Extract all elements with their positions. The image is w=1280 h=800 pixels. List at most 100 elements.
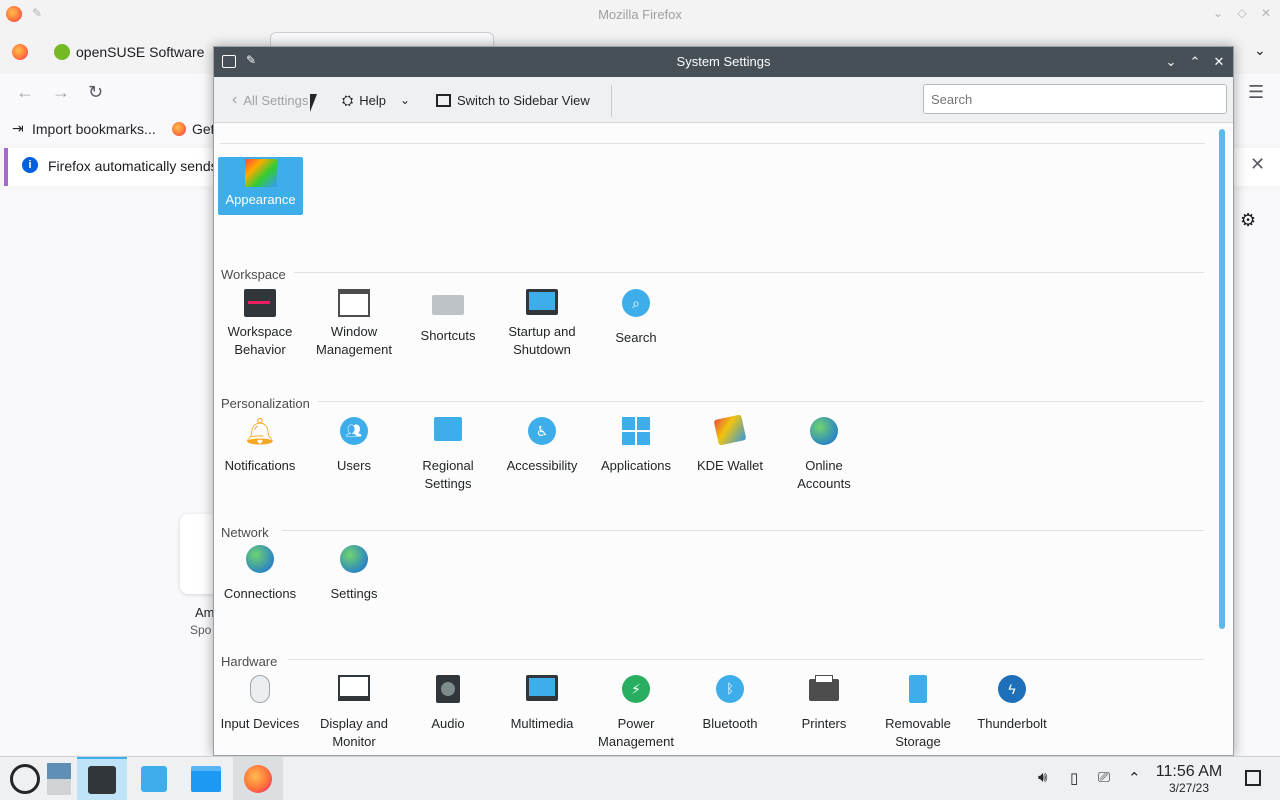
tile-multimedia[interactable]: Multimedia xyxy=(496,675,588,733)
section-workspace: Workspace xyxy=(221,267,286,282)
tile-label: Shortcuts xyxy=(420,328,476,343)
close-icon[interactable]: ✕ xyxy=(1258,6,1274,22)
tile-label: Appearance xyxy=(225,192,296,207)
tile-startup-shutdown[interactable]: Startup and Shutdown xyxy=(496,289,588,359)
tile-window-management[interactable]: Window Management xyxy=(308,289,400,359)
volume-icon[interactable]: 🔊︎ xyxy=(1038,769,1047,786)
divider xyxy=(294,272,1204,273)
task-system-settings[interactable] xyxy=(77,757,127,800)
tile-removable-storage[interactable]: Removable Storage xyxy=(872,675,964,751)
scrollbar[interactable] xyxy=(1219,129,1225,629)
bluetooth-icon: ᛒ xyxy=(716,675,744,703)
section-personalization: Personalization xyxy=(221,396,310,411)
close-icon[interactable]: ✕ xyxy=(1210,53,1228,71)
system-settings-icon xyxy=(88,766,116,794)
tile-label: KDE Wallet xyxy=(697,458,763,473)
list-all-tabs-icon[interactable]: ⌄ xyxy=(1254,42,1266,59)
forward-icon[interactable]: → xyxy=(52,82,70,103)
tab-opensuse[interactable]: openSUSE Software xyxy=(54,36,204,68)
clock-date: 3/27/23 xyxy=(1168,781,1210,795)
tile-label: Removable Storage xyxy=(885,716,951,749)
help-button[interactable]: ⛭ Help ⌄ xyxy=(342,90,410,110)
tile-label: Connections xyxy=(223,586,297,601)
tile-notifications[interactable]: 🔔︎ Notifications xyxy=(214,417,306,475)
tile-workspace-behavior[interactable]: Workspace Behavior xyxy=(214,289,306,359)
settings-titlebar: ✎ System Settings ⌄ ⌃ ✕ xyxy=(214,47,1233,77)
wallet-icon xyxy=(713,414,747,446)
chevron-down-icon: ⌄ xyxy=(399,93,411,107)
tile-label: Thunderbolt xyxy=(977,716,1047,731)
tile-search[interactable]: ⌕ Search xyxy=(590,289,682,347)
chevron-up-icon[interactable]: ⌃ xyxy=(1128,769,1141,787)
tile-network-settings[interactable]: Settings xyxy=(308,545,400,603)
task-dolphin[interactable] xyxy=(181,757,231,800)
search-input[interactable] xyxy=(923,84,1227,114)
divider xyxy=(282,530,1204,531)
firefox-titlebar: ✎ Mozilla Firefox ⌄ ◇ ✕ xyxy=(0,0,1280,30)
tile-label: Online Accounts xyxy=(797,458,851,491)
bookmark-get[interactable]: Get xyxy=(192,121,215,137)
globe-icon xyxy=(246,545,274,573)
network-icon[interactable]: ⎚ xyxy=(1098,769,1110,786)
thunderbolt-icon: ϟ xyxy=(998,675,1026,703)
tile-label: Power Management xyxy=(598,716,674,749)
all-settings-button[interactable]: ‹ All Settings xyxy=(232,90,308,110)
tile-printers[interactable]: Printers xyxy=(778,675,870,733)
section-hardware: Hardware xyxy=(221,654,278,669)
tile-regional-settings[interactable]: Regional Settings xyxy=(402,417,494,493)
tab-title: openSUSE Software xyxy=(76,44,205,60)
minimize-icon[interactable]: ⌄ xyxy=(1162,53,1180,71)
tile-online-accounts[interactable]: Online Accounts xyxy=(778,417,870,493)
tile-display-monitor[interactable]: Display and Monitor xyxy=(308,675,400,751)
tile-users[interactable]: 👥︎ Users xyxy=(308,417,400,475)
tile-power-management[interactable]: ⚡︎ Power Management xyxy=(590,675,682,751)
tile-applications[interactable]: Applications xyxy=(590,417,682,475)
tile-connections[interactable]: Connections xyxy=(214,545,306,603)
back-icon[interactable]: ← xyxy=(16,82,34,103)
tile-accessibility[interactable]: ♿︎ Accessibility xyxy=(496,417,588,475)
tile-label: Regional Settings xyxy=(422,458,474,491)
task-discover[interactable] xyxy=(129,757,179,800)
firefox-view-icon[interactable] xyxy=(12,44,28,60)
tile-shortcuts[interactable]: Shortcuts xyxy=(402,289,494,345)
sidebar-view-button[interactable]: Switch to Sidebar View xyxy=(436,90,590,110)
system-settings-window: ✎ System Settings ⌄ ⌃ ✕ ‹ All Settings ⛭… xyxy=(213,46,1234,756)
application-launcher[interactable] xyxy=(0,757,50,800)
tile-label: Workspace Behavior xyxy=(227,324,293,357)
maximize-icon[interactable]: ⌃ xyxy=(1186,53,1204,71)
tile-label: Display and Monitor xyxy=(320,716,388,749)
tile-label: Settings xyxy=(330,586,378,601)
users-icon: 👥︎ xyxy=(340,417,368,445)
tile-bluetooth[interactable]: ᛒ Bluetooth xyxy=(684,675,776,733)
tile-thunderbolt[interactable]: ϟ Thunderbolt xyxy=(966,675,1058,733)
show-desktop-icon[interactable] xyxy=(1245,770,1261,786)
tile-audio[interactable]: Audio xyxy=(402,675,494,733)
minimize-icon[interactable]: ⌄ xyxy=(1210,6,1226,22)
bookmark-import[interactable]: Import bookmarks... xyxy=(32,121,156,137)
sidebar-view-label: Switch to Sidebar View xyxy=(457,92,590,108)
desktop-pager[interactable] xyxy=(44,757,74,800)
clock[interactable]: 11:56 AM 3/27/23 xyxy=(1150,763,1228,795)
tile-kde-wallet[interactable]: KDE Wallet xyxy=(684,414,776,475)
menu-icon[interactable]: ☰ xyxy=(1248,82,1264,103)
tile-label: Users xyxy=(337,458,371,473)
info-icon: i xyxy=(22,157,38,173)
globe-icon xyxy=(340,545,368,573)
mouse-icon xyxy=(250,675,270,703)
tile-appearance[interactable]: Appearance xyxy=(218,157,303,215)
tile-input-devices[interactable]: Input Devices xyxy=(214,675,306,733)
usb-icon[interactable]: ▯ xyxy=(1070,769,1078,787)
opensuse-icon xyxy=(54,44,70,60)
appearance-icon xyxy=(244,159,277,187)
mouse-cursor-icon xyxy=(310,94,317,112)
reload-icon[interactable]: ↻ xyxy=(88,82,103,103)
tile-label: Search xyxy=(615,330,657,345)
tile-label: Input Devices xyxy=(220,716,300,731)
task-firefox[interactable] xyxy=(233,757,283,800)
tile-label: Accessibility xyxy=(506,458,578,473)
monitor-icon xyxy=(526,289,558,315)
search-icon: ⌕ xyxy=(622,289,650,317)
maximize-icon[interactable]: ◇ xyxy=(1234,6,1250,22)
notice-close-icon[interactable]: ✕ xyxy=(1250,154,1265,175)
settings-gear-icon[interactable]: ⚙ xyxy=(1240,210,1256,231)
